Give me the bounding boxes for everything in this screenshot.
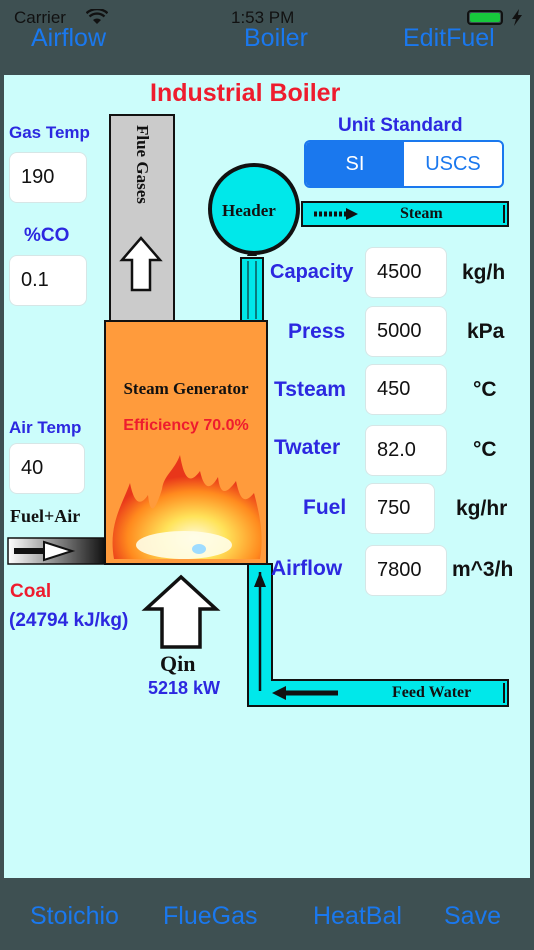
stoichio-tab-button[interactable]: Stoichio	[30, 902, 119, 931]
tsteam-label: Tsteam	[274, 378, 346, 401]
battery-icon	[467, 10, 503, 25]
capacity-unit: kg/h	[462, 261, 506, 284]
press-field[interactable]: 5000	[365, 306, 447, 357]
co-field[interactable]: 0.1	[9, 255, 87, 306]
air-temp-label: Air Temp	[9, 418, 82, 437]
header-label: Header	[222, 201, 276, 220]
fuel-name-label: Coal	[10, 581, 52, 602]
steam-label: Steam	[400, 205, 443, 222]
top-navigation-bar: Carrier 1:53 PM Airflow Boiler EditFuel	[0, 0, 534, 75]
qin-value: 5218 kW	[148, 678, 221, 698]
gas-temp-label: Gas Temp	[9, 123, 90, 142]
twater-unit: °C	[473, 438, 497, 461]
boiler-content: Industrial Boiler Gas Temp 190 %CO 0.1 A…	[4, 75, 530, 878]
capacity-label: Capacity	[270, 261, 354, 283]
tsteam-field[interactable]: 450	[365, 364, 447, 415]
fuel-label: Fuel	[303, 496, 347, 519]
airflow-label: Airflow	[271, 557, 343, 580]
press-label: Press	[288, 320, 346, 343]
twater-label: Twater	[274, 436, 341, 459]
qin-label: Qin	[160, 651, 196, 676]
flue-gases-label: Flue Gases	[133, 125, 152, 204]
bottom-toolbar: Stoichio FlueGas HeatBal Save	[0, 878, 534, 950]
fuel-unit: kg/hr	[456, 497, 508, 520]
si-segment[interactable]: SI	[306, 142, 404, 186]
fuel-air-label: Fuel+Air	[10, 506, 81, 526]
feed-water-label: Feed Water	[392, 684, 472, 701]
co-label: %CO	[24, 225, 70, 246]
fuel-heating-value-label: (24794 kJ/kg)	[9, 610, 129, 631]
boiler-nav-button[interactable]: Boiler	[244, 24, 308, 53]
page-title: Industrial Boiler	[150, 79, 341, 107]
uscs-segment[interactable]: USCS	[404, 142, 502, 186]
press-unit: kPa	[467, 320, 505, 343]
unit-standard-segmented-control: SI USCS	[304, 140, 504, 188]
airflow-nav-button[interactable]: Airflow	[31, 24, 106, 53]
gas-temp-field[interactable]: 190	[9, 152, 87, 203]
heat-bal-tab-button[interactable]: HeatBal	[313, 902, 402, 931]
capacity-field[interactable]: 4500	[365, 247, 447, 298]
twater-field[interactable]: 82.0	[365, 425, 447, 476]
save-tab-button[interactable]: Save	[444, 902, 501, 931]
air-temp-field[interactable]: 40	[9, 443, 85, 494]
airflow-field[interactable]: 7800	[365, 545, 447, 596]
fuel-air-inlet	[7, 537, 106, 565]
wifi-icon	[86, 9, 108, 24]
fuel-field[interactable]: 750	[365, 483, 435, 534]
efficiency-label: Efficiency 70.0%	[123, 417, 249, 434]
airflow-unit: m^3/h	[452, 558, 514, 581]
riser-pipe	[240, 245, 264, 323]
tsteam-unit: °C	[473, 378, 497, 401]
heat-input-arrow-icon	[141, 574, 221, 649]
edit-fuel-nav-button[interactable]: EditFuel	[403, 24, 495, 53]
flue-gas-tab-button[interactable]: FlueGas	[163, 902, 257, 931]
charging-icon	[512, 9, 522, 26]
steam-generator-label: Steam Generator	[123, 379, 249, 398]
unit-standard-label: Unit Standard	[338, 115, 463, 136]
